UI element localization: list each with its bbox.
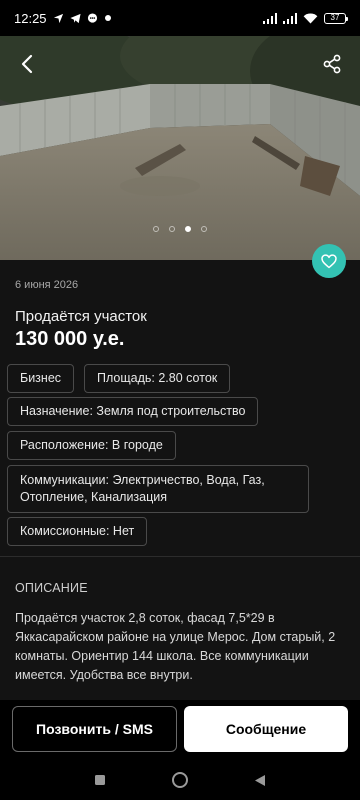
tag-label-line2: Отопление, Канализация <box>20 490 168 504</box>
description-heading: ОПИСАНИЕ <box>15 581 88 595</box>
gallery-dot[interactable] <box>185 226 191 232</box>
triangle-back-icon <box>255 774 265 786</box>
tag-label: Комиссионные: Нет <box>20 524 135 538</box>
tag-commission: Комиссионные: Нет <box>7 517 148 546</box>
tag-label: Коммуникации: Электричество, Вода, Газ, … <box>20 472 265 506</box>
listing-details: 6 июня 2026 Продаётся участок 130 000 у.… <box>0 244 360 700</box>
chat-icon <box>87 12 98 24</box>
photo-gallery[interactable] <box>0 36 360 260</box>
battery-icon: 37 <box>324 12 348 24</box>
tag-label: Площадь: 2.80 соток <box>97 371 218 385</box>
gallery-indicator <box>0 226 360 232</box>
back-nav-button[interactable] <box>250 770 270 790</box>
heart-icon <box>321 253 337 268</box>
wifi-icon <box>303 13 318 24</box>
favorite-button[interactable] <box>312 244 346 278</box>
tag-area: Площадь: 2.80 соток <box>84 364 231 393</box>
tag-communications: Коммуникации: Электричество, Вода, Газ, … <box>7 465 309 513</box>
square-icon <box>95 775 105 785</box>
tag-purpose: Назначение: Земля под строительство <box>7 397 259 426</box>
back-button[interactable] <box>8 44 48 84</box>
navigation-icon <box>53 13 64 24</box>
action-bar: Позвонить / SMS Сообщение <box>0 700 360 758</box>
tag-label: Назначение: Земля под строительство <box>20 404 246 418</box>
listing-price: 130 000 у.е. <box>15 328 125 350</box>
system-nav-bar <box>0 758 360 800</box>
gallery-dot[interactable] <box>153 226 159 232</box>
share-button[interactable] <box>312 44 352 84</box>
tag-label: Бизнес <box>20 371 62 385</box>
telegram-icon <box>70 13 81 24</box>
signal-icon <box>283 12 297 24</box>
gallery-dot[interactable] <box>169 226 175 232</box>
tag-business: Бизнес <box>7 364 75 393</box>
share-icon <box>323 54 341 74</box>
listing-date: 6 июня 2026 <box>15 279 79 291</box>
home-button[interactable] <box>170 770 190 790</box>
chevron-left-icon <box>21 54 33 74</box>
divider <box>0 556 360 557</box>
recent-apps-button[interactable] <box>90 770 110 790</box>
description-text: Продаётся участок 2,8 соток, фасад 7,5*2… <box>15 611 336 682</box>
tag-location: Расположение: В городе <box>7 431 176 460</box>
call-button[interactable]: Позвонить / SMS <box>12 706 177 752</box>
battery-level: 37 <box>330 13 340 22</box>
signal-icon <box>263 12 277 24</box>
message-button[interactable]: Сообщение <box>184 706 348 752</box>
circle-icon <box>172 772 188 788</box>
gallery-dot[interactable] <box>201 226 207 232</box>
cloud-icon <box>104 14 112 22</box>
status-time: 12:25 <box>14 10 47 26</box>
status-bar: 12:25 37 <box>0 0 360 36</box>
tag-label: Расположение: В городе <box>20 438 163 452</box>
listing-title: Продаётся участок <box>15 308 147 325</box>
tag-label-line1: Коммуникации: Электричество, Вода, Газ, <box>20 473 265 487</box>
